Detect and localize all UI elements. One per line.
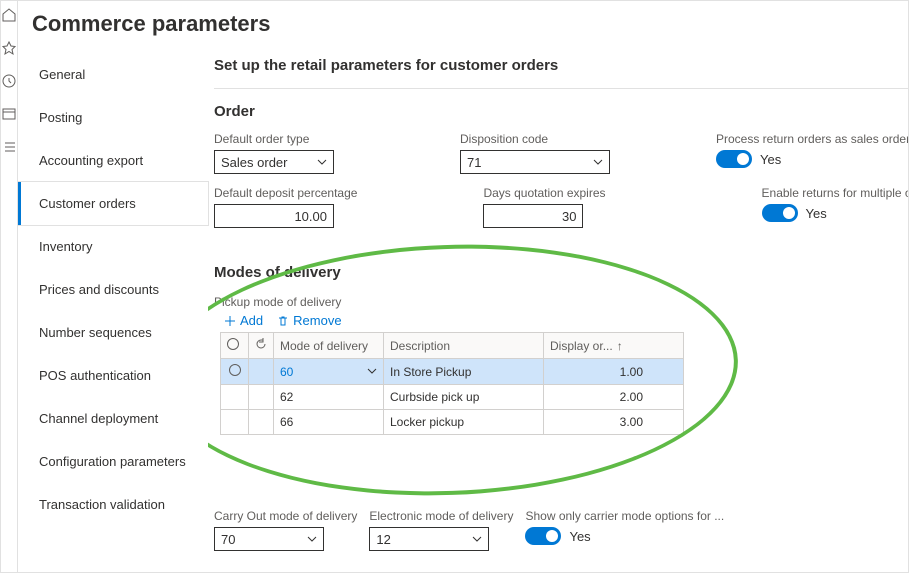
default-deposit-input[interactable]: 10.00 <box>214 204 334 228</box>
process-return-value: Yes <box>760 152 781 167</box>
default-deposit-label: Default deposit percentage <box>214 186 357 200</box>
window-icon[interactable] <box>1 106 17 125</box>
pickup-mode-label: Pickup mode of delivery <box>214 289 909 313</box>
add-button[interactable]: Add <box>224 313 263 328</box>
table-row[interactable]: 62 Curbside pick up 2.00 <box>221 385 684 410</box>
page-title: Commerce parameters <box>18 1 909 47</box>
nav-posting[interactable]: Posting <box>18 96 208 139</box>
section-title: Set up the retail parameters for custome… <box>214 47 909 88</box>
show-only-label: Show only carrier mode options for ... <box>525 509 724 523</box>
table-row[interactable]: 66 Locker pickup 3.00 <box>221 410 684 435</box>
mode-order: 2.00 <box>544 385 684 410</box>
refresh-icon <box>255 338 267 350</box>
left-rail <box>1 1 18 572</box>
mode-cell[interactable]: 62 <box>274 385 384 410</box>
nav-transaction-validation[interactable]: Transaction validation <box>18 483 208 526</box>
mode-desc: In Store Pickup <box>384 359 544 385</box>
nav-inventory[interactable]: Inventory <box>18 225 208 268</box>
nav-general[interactable]: General <box>18 53 208 96</box>
process-return-label: Process return orders as sales orders <box>716 132 909 146</box>
nav-number-sequences[interactable]: Number sequences <box>18 311 208 354</box>
disposition-code-select[interactable]: 71 <box>460 150 610 174</box>
chevron-down-icon <box>317 157 327 167</box>
row-radio[interactable] <box>229 364 241 376</box>
chevron-down-icon <box>307 534 317 544</box>
table-row[interactable]: 60 In Store Pickup 1.00 <box>221 359 684 385</box>
nav-configuration-parameters[interactable]: Configuration parameters <box>18 440 208 483</box>
days-quote-label: Days quotation expires <box>483 186 605 200</box>
mode-order: 3.00 <box>544 410 684 435</box>
mode-cell[interactable]: 66 <box>274 410 384 435</box>
enable-returns-value: Yes <box>806 206 827 221</box>
electronic-select[interactable]: 12 <box>369 527 489 551</box>
nav-accounting-export[interactable]: Accounting export <box>18 139 208 182</box>
modes-heading: Modes of delivery <box>214 250 909 289</box>
plus-icon <box>224 315 236 327</box>
nav-pos-authentication[interactable]: POS authentication <box>18 354 208 397</box>
electronic-label: Electronic mode of delivery <box>369 509 513 523</box>
days-quote-input[interactable]: 30 <box>483 204 583 228</box>
side-nav: General Posting Accounting export Custom… <box>18 47 208 572</box>
show-only-value: Yes <box>569 529 590 544</box>
home-icon[interactable] <box>1 7 17 26</box>
mode-order: 1.00 <box>544 359 684 385</box>
trash-icon <box>277 315 289 327</box>
star-icon[interactable] <box>1 40 17 59</box>
col-mode[interactable]: Mode of delivery <box>274 333 384 359</box>
mode-link[interactable]: 60 <box>280 365 293 379</box>
col-select[interactable] <box>221 333 249 359</box>
clock-icon[interactable] <box>1 73 17 92</box>
app-window: Commerce parameters General Posting Acco… <box>0 0 909 573</box>
enable-returns-label: Enable returns for multiple orders <box>762 186 909 200</box>
nav-channel-deployment[interactable]: Channel deployment <box>18 397 208 440</box>
remove-button[interactable]: Remove <box>277 313 341 328</box>
enable-returns-toggle[interactable] <box>762 204 798 222</box>
default-order-type-label: Default order type <box>214 132 334 146</box>
content-pane: Set up the retail parameters for custome… <box>208 47 909 572</box>
process-return-toggle[interactable] <box>716 150 752 168</box>
sort-ascending-icon: ↑ <box>617 339 623 353</box>
list-icon[interactable] <box>1 139 17 158</box>
nav-prices-discounts[interactable]: Prices and discounts <box>18 268 208 311</box>
col-display-order[interactable]: Display or...↑ <box>544 333 684 359</box>
order-heading: Order <box>214 89 909 128</box>
carry-out-select[interactable]: 70 <box>214 527 324 551</box>
show-only-toggle[interactable] <box>525 527 561 545</box>
nav-customer-orders[interactable]: Customer orders <box>18 182 208 225</box>
chevron-down-icon <box>472 534 482 544</box>
default-order-type-select[interactable]: Sales order <box>214 150 334 174</box>
carry-out-label: Carry Out mode of delivery <box>214 509 357 523</box>
mode-desc: Locker pickup <box>384 410 544 435</box>
disposition-code-label: Disposition code <box>460 132 610 146</box>
chevron-down-icon[interactable] <box>367 366 377 376</box>
col-description[interactable]: Description <box>384 333 544 359</box>
col-refresh[interactable] <box>249 333 274 359</box>
pickup-modes-grid: Mode of delivery Description Display or.… <box>220 332 684 435</box>
chevron-down-icon <box>593 157 603 167</box>
mode-desc: Curbside pick up <box>384 385 544 410</box>
